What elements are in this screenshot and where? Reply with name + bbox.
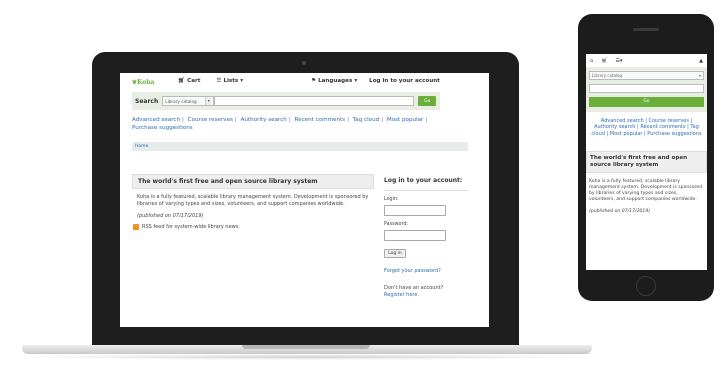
separator: | (347, 117, 350, 123)
separator: | (288, 117, 291, 123)
lists-label: Lists (223, 78, 239, 84)
news-panel: The world's first free and open source l… (132, 174, 374, 231)
mobile-opac-page: ⌂ 🛒︎ ☰▾ ▲ Library catalog ▾ Go Advanced … (586, 54, 707, 270)
link-tag-cloud[interactable]: Tag cloud (353, 117, 379, 123)
password-field[interactable] (384, 230, 446, 241)
breadcrumb: Home (132, 142, 468, 151)
rss-link[interactable]: ◠ RSS feed for system-wide library news. (132, 219, 374, 231)
phone-home-button[interactable] (636, 276, 656, 296)
list-icon: ☰ (216, 78, 222, 84)
phone-device: ⌂ 🛒︎ ☰▾ ▲ Library catalog ▾ Go Advanced … (578, 14, 714, 301)
chevron-down-icon: ▾ (205, 97, 212, 105)
login-panel: Log in to your account: Login: Password:… (384, 174, 468, 298)
login-button[interactable]: Log in (384, 249, 406, 258)
login-field[interactable] (384, 205, 446, 216)
mobile-quick-links[interactable]: Advanced search | Course reserves | Auth… (586, 112, 707, 137)
mobile-search-input[interactable] (589, 84, 704, 93)
news-date: (published on 07/17/2019) (137, 213, 204, 220)
forgot-password-link[interactable]: Forgot your password? (384, 268, 468, 274)
languages-label: Languages (318, 78, 353, 84)
mobile-news-title: The world's first free and open source l… (586, 151, 707, 174)
link-recent-comments[interactable]: Recent comments (295, 117, 346, 123)
languages-menu[interactable]: ⚑ Languages ▾ (311, 78, 357, 84)
flag-icon: ⚑ (311, 78, 317, 84)
cart-icon[interactable]: 🛒︎ (601, 58, 607, 64)
rss-icon: ◠ (133, 224, 139, 231)
cart-button[interactable]: 🛒︎ Cart (178, 78, 200, 84)
separator: | (182, 117, 184, 123)
laptop-camera (302, 61, 306, 65)
search-label: Search (135, 97, 159, 105)
mobile-scope-value: Library catalog (592, 73, 623, 78)
link-course-reserves[interactable]: Course reserves (188, 117, 233, 123)
list-icon[interactable]: ☰▾ (616, 58, 623, 64)
password-label: Password: (384, 222, 409, 227)
chevron-down-icon: ▾ (698, 73, 701, 78)
separator: | (425, 117, 428, 123)
phone-speaker (633, 28, 659, 31)
separator: | (381, 117, 384, 123)
chevron-down-icon: ▾ (354, 78, 358, 84)
home-icon[interactable]: ⌂ (590, 58, 593, 64)
search-bar: Search Library catalog ▾ Go (132, 92, 440, 110)
mobile-navbar: ⌂ 🛒︎ ☰▾ ▲ (586, 54, 707, 67)
link-authority-search[interactable]: Authority search (241, 117, 287, 123)
mobile-news-body: Koha is a fully featured, scalable libra… (589, 179, 703, 203)
lists-menu[interactable]: ☰ Lists ▾ (216, 78, 243, 84)
top-navbar: ❦Koha 🛒︎ Cart ☰ Lists ▾ ⚑ Languages ▾ Lo… (120, 73, 489, 89)
news-title: The world's first free and open source l… (132, 174, 374, 189)
chevron-down-icon: ▾ (240, 78, 244, 84)
mobile-search-scope-select[interactable]: Library catalog ▾ (589, 71, 704, 80)
link-most-popular[interactable]: Most popular (387, 117, 424, 123)
cart-icon: 🛒︎ (178, 78, 186, 84)
laptop-base (22, 345, 592, 354)
login-title: Log in to your account: (384, 174, 468, 191)
rss-label: RSS feed for system-wide library news. (142, 224, 240, 231)
news-body: Koha is a fully featured, scalable libra… (137, 194, 369, 207)
search-scope-select[interactable]: Library catalog ▾ (162, 96, 215, 106)
laptop-shadow (12, 354, 602, 360)
cart-label: Cart (187, 78, 201, 84)
search-input[interactable] (214, 96, 415, 106)
desktop-opac-page: ❦Koha 🛒︎ Cart ☰ Lists ▾ ⚑ Languages ▾ Lo… (120, 73, 489, 327)
mobile-go-button[interactable]: Go (589, 97, 704, 107)
search-scope-value: Library catalog (165, 98, 197, 104)
register-link[interactable]: Register here. (384, 292, 468, 298)
koha-logo[interactable]: ❦Koha (132, 77, 168, 86)
quick-links: Advanced search | Course reserves | Author… (132, 116, 452, 132)
user-icon[interactable]: ▲ (699, 58, 703, 64)
link-advanced-search[interactable]: Advanced search (132, 117, 180, 123)
separator: | (234, 117, 237, 123)
link-purchase-suggestions[interactable]: Purchase suggestions (132, 125, 193, 131)
breadcrumb-home[interactable]: Home (135, 144, 148, 149)
login-label: Login: (384, 197, 399, 202)
login-link[interactable]: Log in to your account (369, 78, 440, 84)
laptop-notch (242, 345, 370, 349)
mobile-news-date: (published on 07/17/2019) (589, 209, 651, 215)
laptop-device: ❦Koha 🛒︎ Cart ☰ Lists ▾ ⚑ Languages ▾ Lo… (92, 52, 519, 346)
search-go-button[interactable]: Go (418, 96, 437, 106)
mobile-search-box: Library catalog ▾ Go (586, 67, 707, 112)
